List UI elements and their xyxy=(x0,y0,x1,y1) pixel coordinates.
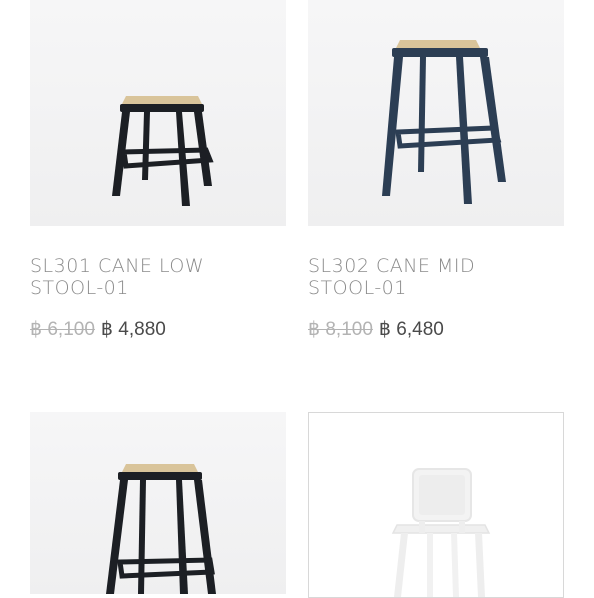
product-card-4[interactable] xyxy=(297,412,594,598)
sale-price: ฿ 4,880 xyxy=(100,319,166,340)
product-card-3[interactable] xyxy=(0,412,297,594)
chair-white-image xyxy=(391,468,491,597)
product-title-line1: SL302 CANE MID xyxy=(308,255,476,277)
product-title-line1: SL301 CANE LOW xyxy=(30,255,205,277)
product-image-3[interactable] xyxy=(30,412,286,594)
product-image-2[interactable] xyxy=(308,0,564,226)
price-row-1: ฿ 6,100 ฿ 4,880 xyxy=(30,318,166,341)
original-price: ฿ 8,100 xyxy=(308,319,373,340)
sale-price: ฿ 6,480 xyxy=(378,319,444,340)
original-price: ฿ 6,100 xyxy=(30,319,95,340)
product-title-line2: STOOL-01 xyxy=(30,277,129,299)
product-image-1[interactable] xyxy=(30,0,286,226)
product-title-line2: STOOL-01 xyxy=(308,277,407,299)
stool-mid-navy-image xyxy=(382,40,506,204)
product-title-1[interactable]: SL301 CANE LOW STOOL-01 xyxy=(30,255,286,299)
product-image-4[interactable] xyxy=(308,412,564,598)
product-card-2[interactable]: SL302 CANE MID STOOL-01 ฿ 8,100 ฿ 6,480 xyxy=(297,0,594,380)
product-card-1[interactable]: SL301 CANE LOW STOOL-01 ฿ 6,100 ฿ 4,880 xyxy=(0,0,297,380)
stool-high-black-image xyxy=(106,464,216,594)
product-title-2[interactable]: SL302 CANE MID STOOL-01 xyxy=(308,255,568,299)
price-row-2: ฿ 8,100 ฿ 6,480 xyxy=(308,318,444,341)
stool-low-black-image xyxy=(112,96,214,206)
